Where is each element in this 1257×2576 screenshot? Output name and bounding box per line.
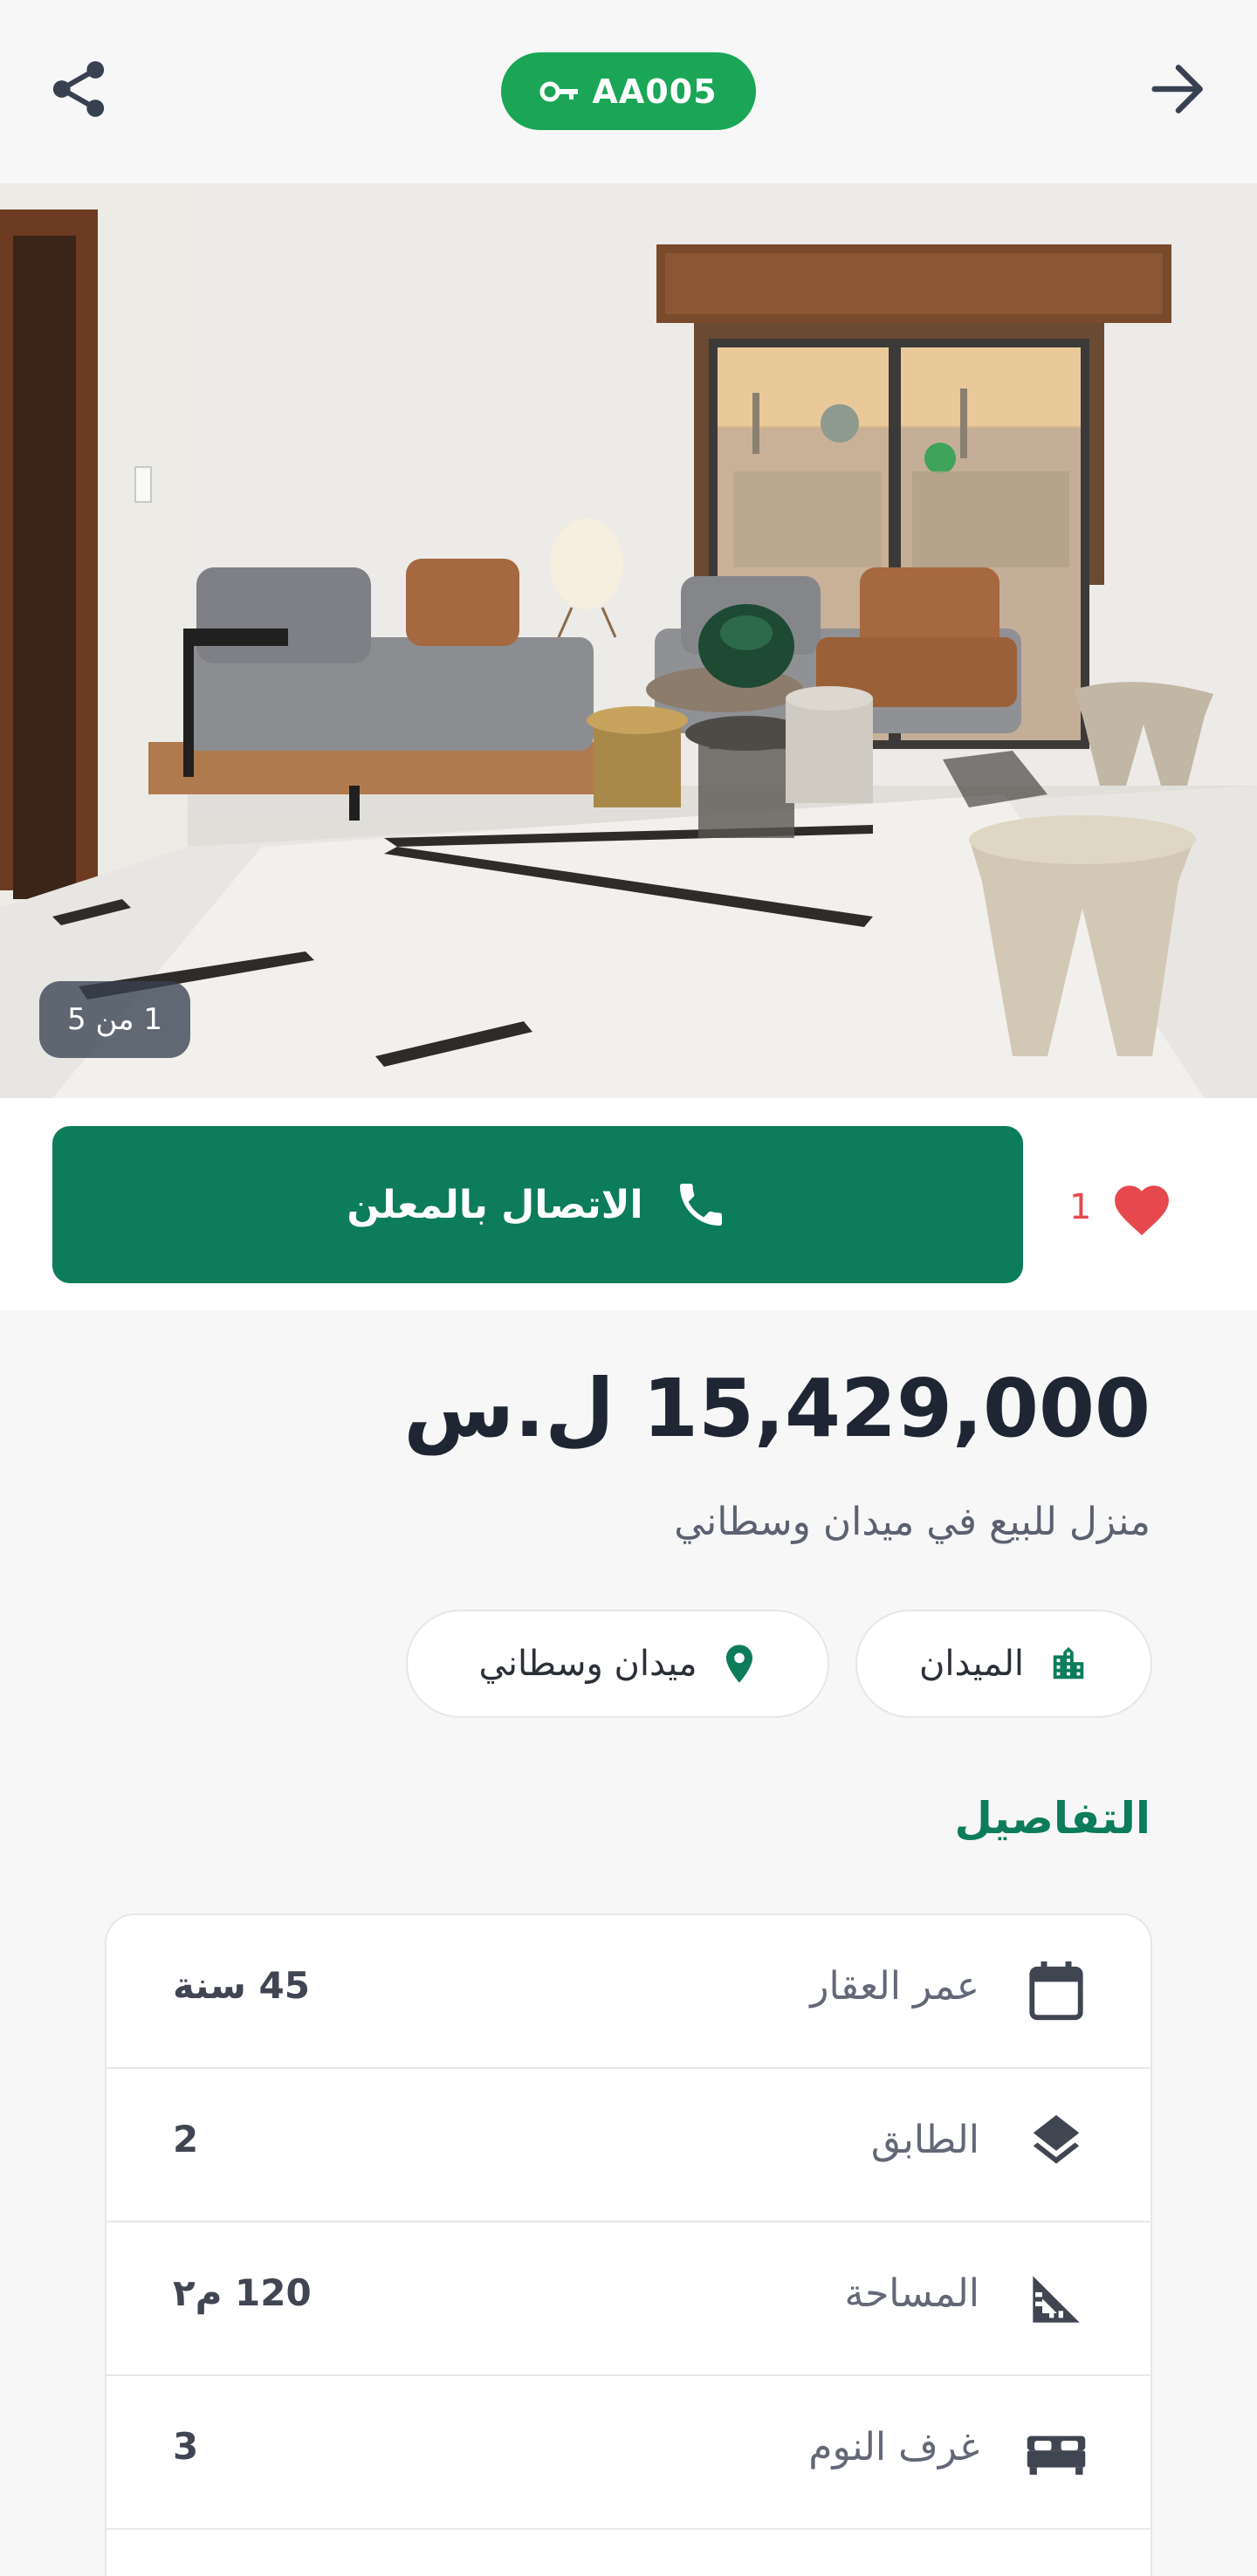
heart-icon	[1115, 1185, 1170, 1235]
price: 15,429,000 ل.س	[403, 1362, 1151, 1455]
detail-value: 45 سنة	[173, 1964, 310, 2007]
detail-label: المساحة	[844, 2271, 979, 2316]
details-card: عمر العقار 45 سنة الطابق 2 المساحة 120 م…	[105, 1913, 1152, 2576]
calendar-icon	[1021, 1954, 1091, 2030]
area-chip[interactable]: ميدان وسطاني	[406, 1610, 829, 1718]
layers-icon	[1021, 2108, 1091, 2183]
detail-row-area: المساحة 120 م٢	[106, 2222, 1151, 2376]
listing-code: AA005	[592, 72, 718, 111]
set-square-icon	[1021, 2262, 1091, 2337]
detail-label: عمر العقار	[810, 1964, 979, 2009]
key-icon	[539, 81, 579, 101]
district-chip[interactable]: الميدان	[855, 1610, 1152, 1718]
phone-icon	[679, 1184, 722, 1226]
call-advertiser-label: الاتصال بالمعلن	[347, 1182, 643, 1227]
property-photo[interactable]	[0, 183, 1257, 1098]
share-button[interactable]	[44, 54, 113, 124]
details-section-title: التفاصيل	[954, 1793, 1151, 1844]
detail-row-bedrooms: غرف النوم 3	[106, 2376, 1151, 2530]
detail-row-floor: الطابق 2	[106, 2069, 1151, 2222]
favorites-count: 1	[1069, 1187, 1092, 1227]
image-counter: 1 من 5	[39, 981, 190, 1058]
arrow-right-icon	[1151, 65, 1203, 113]
location-pin-icon	[725, 1645, 752, 1683]
action-bar: الاتصال بالمعلن 1	[0, 1098, 1257, 1310]
top-bar: AA005	[0, 0, 1257, 183]
listing-code-badge: AA005	[501, 52, 756, 130]
living-room-illustration	[0, 183, 1257, 1098]
detail-label: غرف النوم	[808, 2425, 979, 2470]
detail-value: 3	[173, 2425, 199, 2468]
detail-label: الطابق	[870, 2118, 979, 2162]
favorite-button[interactable]: 1	[1069, 1177, 1175, 1238]
listing-title: منزل للبيع في ميدان وسطاني	[674, 1500, 1151, 1544]
detail-value: 2	[173, 2118, 199, 2160]
building-icon	[1053, 1646, 1084, 1680]
call-advertiser-button[interactable]: الاتصال بالمعلن	[52, 1126, 1023, 1283]
detail-value: 120 م٢	[173, 2271, 312, 2314]
district-label: الميدان	[919, 1644, 1024, 1684]
share-icon	[52, 61, 105, 117]
back-button[interactable]	[1144, 54, 1213, 124]
area-label: ميدان وسطاني	[478, 1644, 697, 1684]
bed-icon	[1021, 2415, 1091, 2490]
detail-row-property-age: عمر العقار 45 سنة	[106, 1915, 1151, 2069]
